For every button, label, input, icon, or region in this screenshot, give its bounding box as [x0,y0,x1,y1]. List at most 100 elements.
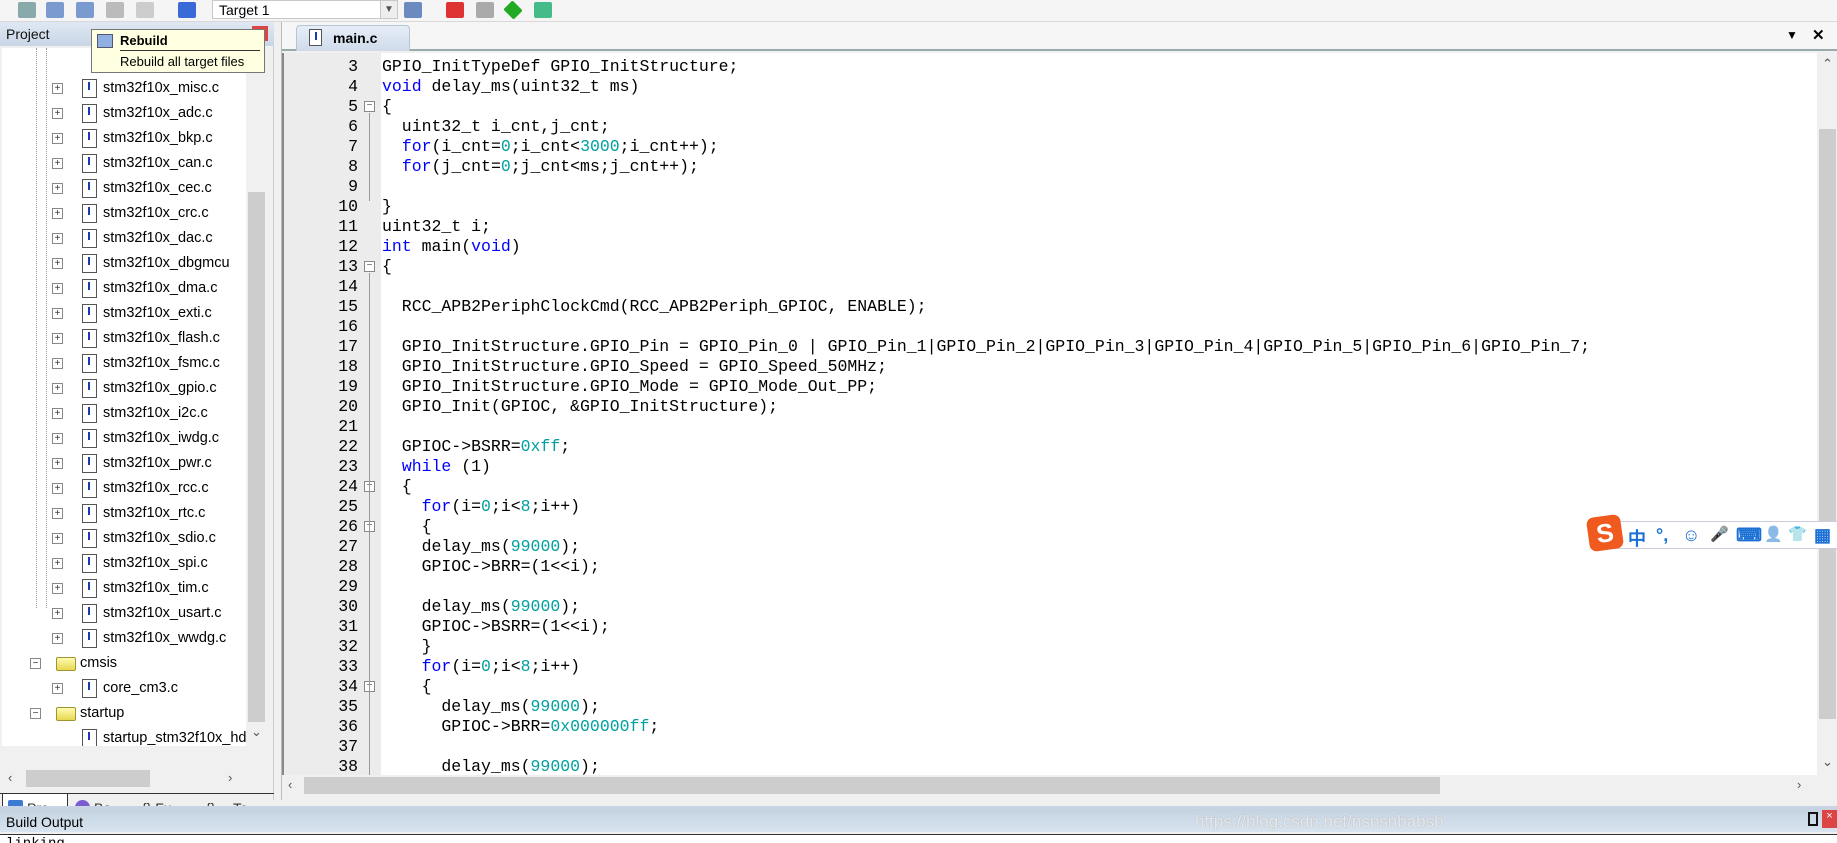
code-line[interactable]: delay_ms(99000); [382,537,580,557]
scroll-up-icon[interactable]: ⌃ [1822,56,1833,72]
code-line[interactable]: delay_ms(99000); [382,697,599,717]
code-line[interactable]: GPIO_InitTypeDef GPIO_InitStructure; [382,57,738,77]
download-icon[interactable] [178,2,196,18]
tree-item[interactable]: + stm32f10x_adc.c [2,103,246,125]
expand-icon[interactable]: + [52,683,63,694]
code-line[interactable]: GPIO_InitStructure.GPIO_Mode = GPIO_Mode… [382,377,877,397]
skin-icon[interactable]: 👕 [1788,525,1807,543]
tree-item[interactable]: + stm32f10x_dma.c [2,278,246,300]
expand-icon[interactable]: + [52,533,63,544]
expand-icon[interactable]: + [52,433,63,444]
rebuild-icon[interactable] [76,2,94,18]
build-icon[interactable] [46,2,64,18]
tree-item[interactable]: + stm32f10x_rtc.c [2,503,246,525]
code-line[interactable]: uint32_t i_cnt,j_cnt; [382,117,610,137]
code-line[interactable]: uint32_t i; [382,217,491,237]
tree-item[interactable]: + stm32f10x_can.c [2,153,246,175]
tree-scroll-thumb[interactable] [248,192,265,722]
manage-project-icon[interactable] [446,2,464,18]
expand-icon[interactable]: + [52,483,63,494]
select-packs-icon[interactable] [503,0,523,20]
target-select[interactable]: Target 1 [212,0,398,19]
tree-item[interactable]: + stm32f10x_flash.c [2,328,246,350]
tree-item[interactable]: + stm32f10x_dac.c [2,228,246,250]
expand-icon[interactable]: + [52,508,63,519]
ime-punctuation[interactable]: °, [1656,525,1668,546]
expand-icon[interactable]: + [52,83,63,94]
code-line[interactable]: GPIOC->BSRR=0xff; [382,437,570,457]
tree-item[interactable]: − cmsis [2,653,246,675]
code-line[interactable]: GPIOC->BRR=0x000000ff; [382,717,659,737]
fold-collapse-icon[interactable]: − [364,261,375,272]
code-line[interactable]: GPIO_Init(GPIOC, &GPIO_InitStructure); [382,397,778,417]
expand-icon[interactable]: + [52,108,63,119]
code-line[interactable]: delay_ms(99000); [382,757,599,777]
code-line[interactable]: for(i=0;i<8;i++) [382,657,580,677]
tree-item[interactable]: startup_stm32f10x_hd.s [2,728,246,746]
ime-chinese-toggle[interactable]: 中 [1628,525,1646,551]
tree-item[interactable]: + stm32f10x_rcc.c [2,478,246,500]
tree-item[interactable]: + stm32f10x_usart.c [2,603,246,625]
close-icon[interactable]: ✕ [1812,26,1825,44]
code-line[interactable]: GPIO_InitStructure.GPIO_Pin = GPIO_Pin_0… [382,337,1590,357]
tree-item[interactable]: + stm32f10x_pwr.c [2,453,246,475]
chevron-down-icon[interactable]: ▼ [380,1,397,18]
code-editor[interactable]: 3 GPIO_InitTypeDef GPIO_InitStructure; 4 vo… [282,53,1817,796]
code-line[interactable]: void delay_ms(uint32_t ms) [382,77,639,97]
code-line[interactable]: GPIOC->BSRR=(1<<i); [382,617,610,637]
code-line[interactable]: { [382,477,412,497]
code-line[interactable]: for(i=0;i<8;i++) [382,497,580,517]
sogou-logo[interactable]: S [1585,513,1625,553]
expand-icon[interactable]: + [52,358,63,369]
pack-installer-icon[interactable] [534,2,552,18]
batch-build-icon[interactable] [106,2,124,18]
tree-item[interactable]: + stm32f10x_wwdg.c [2,628,246,650]
tab-menu-icon[interactable]: ▼ [1786,28,1798,42]
expand-icon[interactable]: + [52,308,63,319]
tree-item[interactable]: + stm32f10x_gpio.c [2,378,246,400]
file-extensions-icon[interactable] [476,2,494,18]
expand-icon[interactable]: + [52,633,63,644]
scroll-down-icon[interactable]: ⌄ [1822,754,1833,770]
pin-icon[interactable] [1808,812,1818,826]
scroll-right-icon[interactable]: › [228,770,232,785]
expand-icon[interactable]: + [52,383,63,394]
scroll-right-icon[interactable]: › [1797,777,1801,792]
code-line[interactable]: while (1) [382,457,491,477]
code-line[interactable]: RCC_APB2PeriphClockCmd(RCC_APB2Periph_GP… [382,297,927,317]
expand-icon[interactable]: + [52,283,63,294]
expand-icon[interactable]: + [52,158,63,169]
expand-icon[interactable]: + [52,183,63,194]
close-icon[interactable]: × [1822,810,1837,828]
tree-item[interactable]: + stm32f10x_tim.c [2,578,246,600]
code-line[interactable]: { [382,517,432,537]
expand-icon[interactable]: + [52,458,63,469]
scroll-down-icon[interactable]: ⌄ [251,724,262,740]
expand-icon[interactable]: + [52,583,63,594]
code-line[interactable]: { [382,257,392,277]
toolbox-icon[interactable]: ▦ [1814,525,1831,546]
target-options-icon[interactable] [404,2,422,18]
tree-item[interactable]: + stm32f10x_spi.c [2,553,246,575]
editor-scroll-thumb[interactable] [1819,129,1836,719]
tree-item[interactable]: + stm32f10x_i2c.c [2,403,246,425]
code-line[interactable]: for(i_cnt=0;i_cnt<3000;i_cnt++); [382,137,719,157]
code-line[interactable]: } [382,197,392,217]
tree-item[interactable]: + stm32f10x_misc.c [2,78,246,100]
stop-build-icon[interactable] [136,2,154,18]
tree-item[interactable]: + stm32f10x_exti.c [2,303,246,325]
code-line[interactable]: GPIO_InitStructure.GPIO_Speed = GPIO_Spe… [382,357,887,377]
code-line[interactable]: delay_ms(99000); [382,597,580,617]
tree-item[interactable]: + stm32f10x_sdio.c [2,528,246,550]
tree-item[interactable]: + core_cm3.c [2,678,246,700]
code-line[interactable]: GPIOC->BRR=(1<<i); [382,557,600,577]
tree-item[interactable]: + stm32f10x_iwdg.c [2,428,246,450]
tree-hscroll-thumb[interactable] [26,770,150,787]
expand-icon[interactable]: + [52,208,63,219]
tree-item[interactable]: + stm32f10x_fsmc.c [2,353,246,375]
keyboard-icon[interactable]: ⌨ [1736,525,1762,546]
editor-hscroll-thumb[interactable] [304,777,1440,794]
scroll-left-icon[interactable]: ‹ [288,777,292,792]
tree-item[interactable]: + stm32f10x_crc.c [2,203,246,225]
tree-item[interactable]: + stm32f10x_cec.c [2,178,246,200]
